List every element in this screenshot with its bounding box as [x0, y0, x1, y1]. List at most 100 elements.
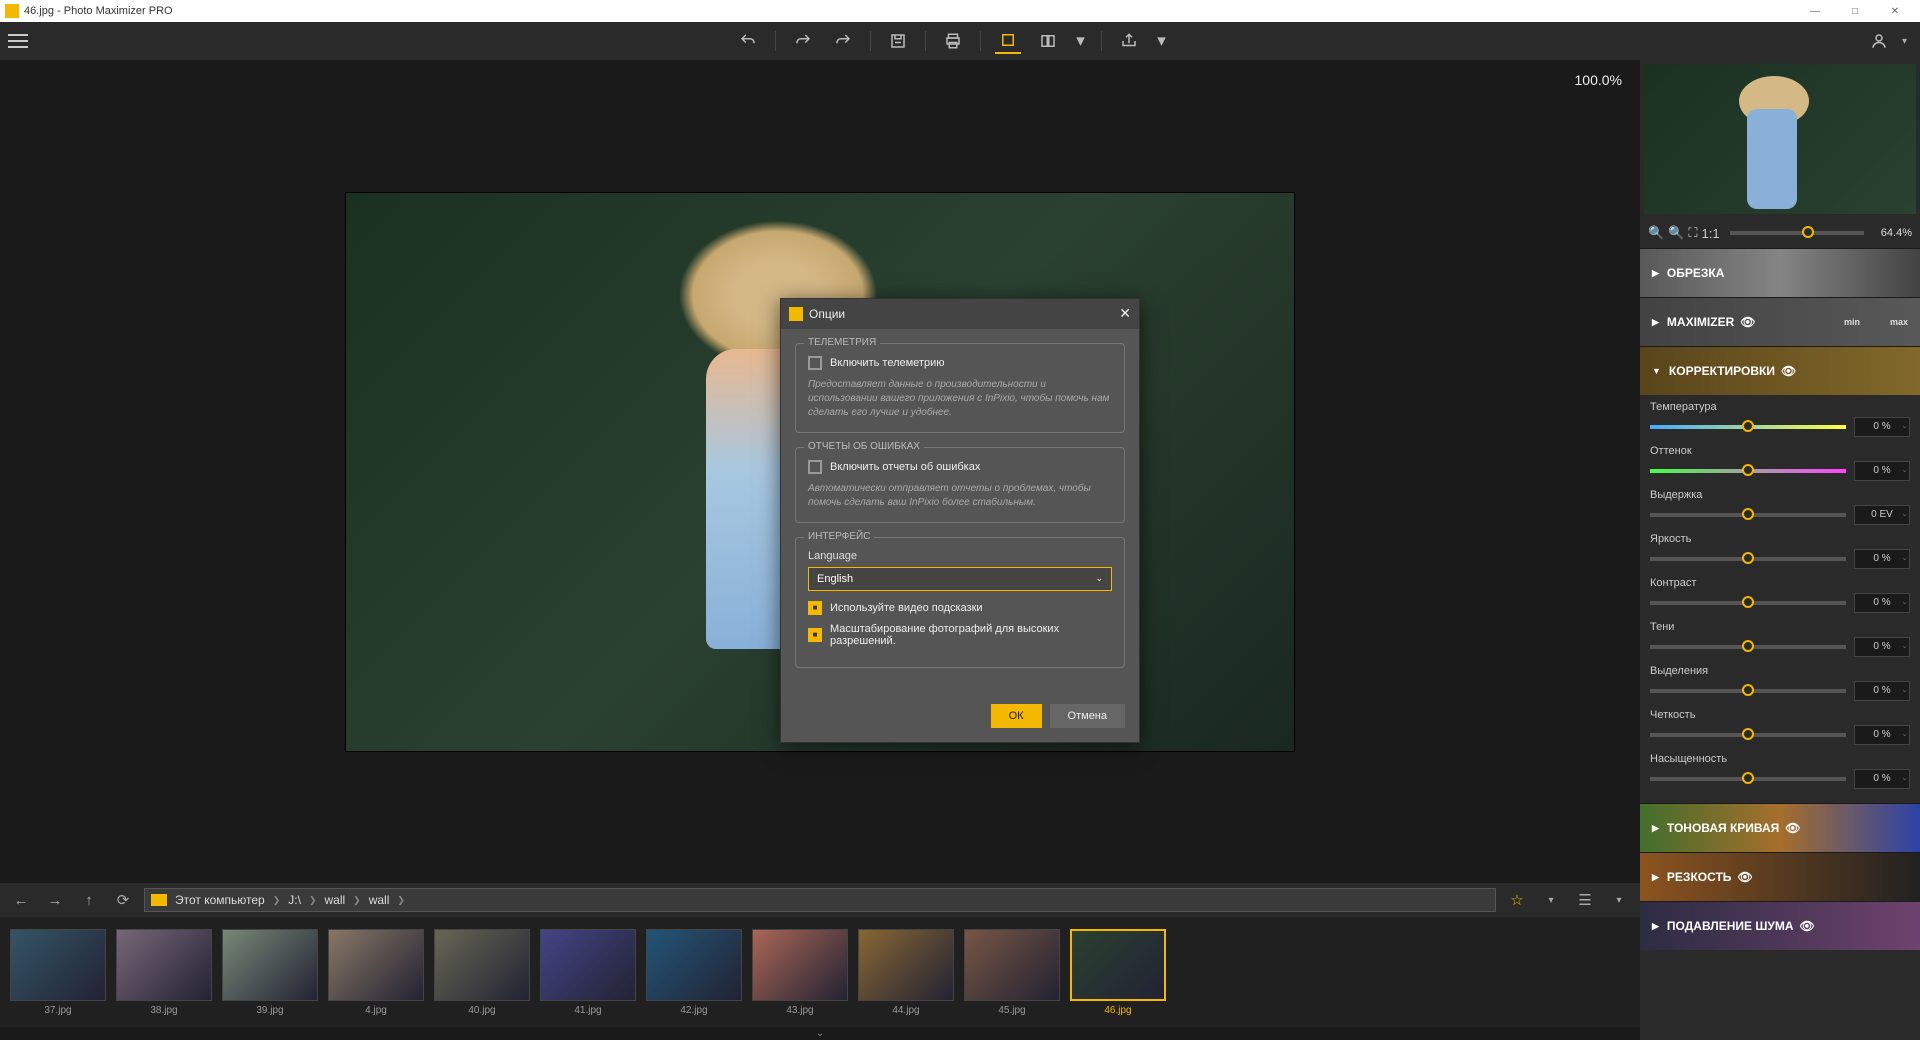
zoom-in-icon[interactable]: 🔍	[1668, 225, 1684, 241]
breadcrumb-folder[interactable]: wall	[369, 893, 390, 907]
menu-button[interactable]	[8, 30, 36, 52]
adjustment-value[interactable]: 0 %	[1854, 637, 1910, 657]
thumbnail-image[interactable]	[646, 929, 742, 1001]
language-select[interactable]: English ⌄	[808, 567, 1112, 591]
thumbnail-item[interactable]: 40.jpg	[434, 929, 530, 1016]
zoom-slider[interactable]	[1730, 231, 1864, 235]
filmstrip-collapse[interactable]: ⌄	[0, 1027, 1640, 1040]
telemetry-checkbox[interactable]	[808, 356, 822, 370]
errors-checkbox-row[interactable]: Включить отчеты об ошибках	[808, 460, 1112, 474]
adjustment-slider[interactable]	[1650, 513, 1846, 517]
eye-icon[interactable]: 👁	[1781, 364, 1796, 378]
view-compare-button[interactable]	[1035, 28, 1061, 54]
eye-icon[interactable]: 👁	[1800, 919, 1815, 933]
panel-maximizer-header[interactable]: ▶ MAXIMIZER 👁 minmax	[1640, 298, 1920, 346]
breadcrumb-folder[interactable]: wall	[325, 893, 346, 907]
share-dropdown[interactable]: ▾	[1156, 28, 1168, 54]
view-single-button[interactable]	[995, 28, 1021, 54]
zoom-100-icon[interactable]: 1:1	[1701, 226, 1719, 241]
panel-adjustments-header[interactable]: ▼ КОРРЕКТИРОВКИ 👁	[1640, 347, 1920, 395]
thumbnail-image[interactable]	[434, 929, 530, 1001]
scaling-checkbox-row[interactable]: Масштабирование фотографий для высоких р…	[808, 623, 1112, 647]
thumbnail-image[interactable]	[752, 929, 848, 1001]
nav-back-button[interactable]: ←	[8, 887, 34, 913]
thumbnail-image[interactable]	[328, 929, 424, 1001]
thumbnail-image[interactable]	[858, 929, 954, 1001]
thumbnail-item[interactable]: 37.jpg	[10, 929, 106, 1016]
thumbnail-item[interactable]: 43.jpg	[752, 929, 848, 1016]
adjustment-slider[interactable]	[1650, 425, 1846, 429]
adjustment-value[interactable]: 0 %	[1854, 681, 1910, 701]
thumbnail-image[interactable]	[222, 929, 318, 1001]
adjustment-slider[interactable]	[1650, 557, 1846, 561]
close-button[interactable]: ✕	[1875, 6, 1915, 17]
errors-checkbox[interactable]	[808, 460, 822, 474]
adjustment-value[interactable]: 0 %	[1854, 417, 1910, 437]
thumbnail-item[interactable]: 46.jpg	[1070, 929, 1166, 1016]
zoom-fit-icon[interactable]: ⛶	[1688, 225, 1697, 241]
favorite-button[interactable]: ☆	[1504, 887, 1530, 913]
account-button[interactable]	[1866, 28, 1892, 54]
breadcrumb-root[interactable]: Этот компьютер	[175, 893, 265, 907]
view-options-dropdown[interactable]: ▾	[1606, 887, 1632, 913]
tips-checkbox-row[interactable]: Используйте видео подсказки	[808, 601, 1112, 615]
panel-tonecurve-header[interactable]: ▶ ТОНОВАЯ КРИВАЯ 👁	[1640, 804, 1920, 852]
eye-icon[interactable]: 👁	[1737, 870, 1752, 884]
thumbnail-item[interactable]: 41.jpg	[540, 929, 636, 1016]
thumbnail-item[interactable]: 42.jpg	[646, 929, 742, 1016]
maximize-button[interactable]: □	[1835, 6, 1875, 17]
eye-icon[interactable]: 👁	[1785, 821, 1800, 835]
tips-checkbox[interactable]	[808, 601, 822, 615]
adjustment-value[interactable]: 0 %	[1854, 549, 1910, 569]
print-button[interactable]	[940, 28, 966, 54]
adjustment-slider[interactable]	[1650, 601, 1846, 605]
ok-button[interactable]: ОК	[991, 704, 1042, 728]
dialog-close-button[interactable]: ✕	[1119, 305, 1131, 322]
nav-up-button[interactable]: ↑	[76, 887, 102, 913]
adjustment-slider[interactable]	[1650, 777, 1846, 781]
scaling-checkbox[interactable]	[808, 628, 822, 642]
nav-refresh-button[interactable]: ⟳	[110, 887, 136, 913]
save-button[interactable]	[885, 28, 911, 54]
redo-alt-button[interactable]	[830, 28, 856, 54]
telemetry-checkbox-row[interactable]: Включить телеметрию	[808, 356, 1112, 370]
thumbnail-item[interactable]: 39.jpg	[222, 929, 318, 1016]
favorite-dropdown[interactable]: ▾	[1538, 887, 1564, 913]
adjustment-value[interactable]: 0 %	[1854, 769, 1910, 789]
adjustment-slider[interactable]	[1650, 469, 1846, 473]
breadcrumb[interactable]: Этот компьютер❯ J:\❯ wall❯ wall❯	[144, 888, 1496, 912]
thumbnail-image[interactable]	[10, 929, 106, 1001]
zoom-out-icon[interactable]: 🔍	[1648, 225, 1664, 241]
thumbnail-item[interactable]: 45.jpg	[964, 929, 1060, 1016]
thumbnail-image[interactable]	[540, 929, 636, 1001]
share-button[interactable]	[1116, 28, 1142, 54]
panel-sharpness-header[interactable]: ▶ РЕЗКОСТЬ 👁	[1640, 853, 1920, 901]
adjustment-value[interactable]: 0 EV	[1854, 505, 1910, 525]
minimize-button[interactable]: —	[1795, 6, 1835, 17]
adjustment-value[interactable]: 0 %	[1854, 725, 1910, 745]
view-options-button[interactable]: ☰	[1572, 887, 1598, 913]
adjustment-slider[interactable]	[1650, 689, 1846, 693]
cancel-button[interactable]: Отмена	[1050, 704, 1125, 728]
adjustment-value[interactable]: 0 %	[1854, 593, 1910, 613]
thumbnail-image[interactable]	[116, 929, 212, 1001]
thumbnail-item[interactable]: 44.jpg	[858, 929, 954, 1016]
thumbnail-image[interactable]	[964, 929, 1060, 1001]
adjustment-value[interactable]: 0 %	[1854, 461, 1910, 481]
thumbnail-item[interactable]: 38.jpg	[116, 929, 212, 1016]
adjustment-slider[interactable]	[1650, 645, 1846, 649]
panel-noise-header[interactable]: ▶ ПОДАВЛЕНИЕ ШУМА 👁	[1640, 902, 1920, 950]
panel-crop-header[interactable]: ▶ ОБРЕЗКА	[1640, 249, 1920, 297]
account-dropdown[interactable]: ▾	[1902, 36, 1912, 47]
preview-image[interactable]	[1644, 64, 1916, 214]
dialog-titlebar: Опции ✕	[781, 299, 1139, 329]
thumbnail-image[interactable]	[1070, 929, 1166, 1001]
redo-button[interactable]	[790, 28, 816, 54]
adjustment-slider[interactable]	[1650, 733, 1846, 737]
undo-button[interactable]	[735, 28, 761, 54]
view-dropdown[interactable]: ▾	[1075, 28, 1087, 54]
nav-forward-button[interactable]: →	[42, 887, 68, 913]
eye-icon[interactable]: 👁	[1740, 315, 1755, 329]
thumbnail-item[interactable]: 4.jpg	[328, 929, 424, 1016]
breadcrumb-drive[interactable]: J:\	[288, 893, 301, 907]
